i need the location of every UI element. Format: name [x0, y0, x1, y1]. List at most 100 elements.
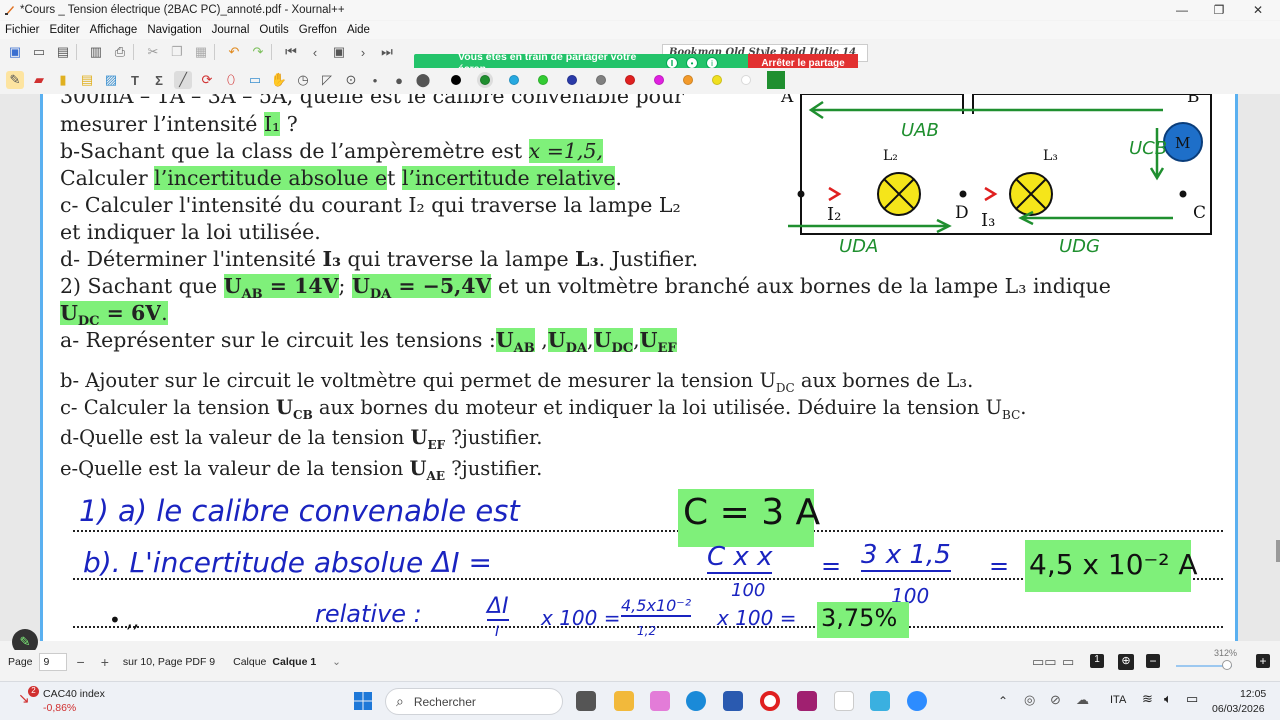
- language-indicator[interactable]: ITA: [1110, 694, 1126, 706]
- text-tool-icon[interactable]: T: [126, 71, 144, 89]
- clock-time[interactable]: 12:05: [1240, 688, 1266, 700]
- decrement-page-icon[interactable]: −: [77, 654, 85, 670]
- presentation-icon[interactable]: ▭: [1062, 654, 1074, 670]
- text-line-11: b- Ajouter sur le circuit le voltmètre q…: [60, 369, 974, 395]
- layer-dropdown-icon[interactable]: ⌄: [332, 656, 341, 668]
- page-count-label: sur 10, Page PDF 9: [122, 656, 216, 668]
- zoom-out-icon[interactable]: −: [1146, 654, 1160, 668]
- menu-affichage[interactable]: Affichage: [85, 24, 143, 36]
- color-green[interactable]: [538, 75, 548, 85]
- image-tool-icon[interactable]: ▨: [102, 71, 120, 89]
- last-page-icon[interactable]: ⏭: [378, 43, 396, 61]
- custom-color-icon[interactable]: [767, 71, 785, 89]
- save-icon[interactable]: ▣: [6, 43, 24, 61]
- task-view-icon[interactable]: [576, 691, 596, 711]
- tray-app-icon[interactable]: ◎: [1024, 692, 1035, 708]
- play-object-icon[interactable]: ◷: [294, 71, 312, 89]
- menu-aide[interactable]: Aide: [342, 24, 375, 36]
- color-red[interactable]: [625, 75, 635, 85]
- eraser-tool-icon[interactable]: ▰: [30, 71, 48, 89]
- color-gray[interactable]: [596, 75, 606, 85]
- color-orange[interactable]: [683, 75, 693, 85]
- color-white[interactable]: [741, 75, 751, 85]
- windows-start-icon[interactable]: [353, 691, 373, 711]
- store-icon[interactable]: [723, 691, 743, 711]
- medium-stroke-icon[interactable]: ●: [390, 71, 408, 89]
- thick-stroke-icon[interactable]: ⬤: [414, 71, 432, 89]
- copy-icon[interactable]: ❐: [168, 43, 186, 61]
- color-magenta[interactable]: [654, 75, 664, 85]
- cut-icon[interactable]: ✂: [144, 43, 162, 61]
- edge-browser-icon[interactable]: [686, 691, 706, 711]
- menu-greffon[interactable]: Greffon: [294, 24, 342, 36]
- zoom-in-icon[interactable]: +: [1256, 654, 1270, 668]
- next-page-icon[interactable]: ›: [354, 43, 372, 61]
- color-black[interactable]: [451, 75, 461, 85]
- minimize-button[interactable]: —: [1163, 0, 1201, 20]
- redo-icon[interactable]: ↷: [249, 43, 267, 61]
- page-number-input[interactable]: 9: [38, 653, 67, 671]
- battery-icon[interactable]: ▭: [1186, 691, 1198, 707]
- menu-outils[interactable]: Outils: [254, 24, 293, 36]
- zoom-app-icon[interactable]: [907, 691, 927, 711]
- fine-stroke-icon[interactable]: •: [366, 71, 384, 89]
- hand-tool-icon[interactable]: ✋: [270, 71, 288, 89]
- volume-icon[interactable]: 🔈︎: [1164, 691, 1172, 707]
- answer-relative-num: ΔI: [487, 594, 509, 621]
- print-icon[interactable]: ⎙: [111, 43, 129, 61]
- menu-fichier[interactable]: Fichier: [0, 24, 45, 36]
- tray-cloud-icon[interactable]: ☁: [1076, 692, 1089, 708]
- toolbar-separator: [214, 44, 215, 60]
- file-explorer-icon[interactable]: [614, 691, 634, 711]
- zoom-page-icon[interactable]: ⊕: [1118, 654, 1134, 670]
- copilot-icon[interactable]: [650, 691, 670, 711]
- stock-name[interactable]: CAC40 index: [43, 688, 105, 700]
- status-bar: Page 9 − + sur 10, Page PDF 9 Calque Cal…: [0, 648, 1280, 674]
- highlighter-tool-icon[interactable]: ▮: [54, 71, 72, 89]
- ruler-tool-icon[interactable]: ╱: [174, 71, 192, 89]
- color-cyan[interactable]: [509, 75, 519, 85]
- menu-journal[interactable]: Journal: [207, 24, 255, 36]
- reset-icon[interactable]: ⟳: [198, 71, 216, 89]
- setsquare-icon[interactable]: ◸: [318, 71, 336, 89]
- two-pages-icon[interactable]: ▭▭: [1032, 654, 1057, 670]
- paste-icon[interactable]: ▦: [192, 43, 210, 61]
- tray-chevron-icon[interactable]: ⌃: [998, 694, 1008, 708]
- menu-navigation[interactable]: Navigation: [142, 24, 206, 36]
- select-region-icon[interactable]: ▤: [78, 71, 96, 89]
- node-d-label: D: [955, 203, 969, 223]
- document-area[interactable]: 300mA – 1A – 3A – 5A, quelle est le cali…: [0, 94, 1280, 641]
- snipping-tool-icon[interactable]: [870, 691, 890, 711]
- taskbar-search[interactable]: ⌕ Rechercher: [385, 688, 563, 715]
- layer-selector[interactable]: Calque 1: [272, 656, 316, 668]
- latex-tool-icon[interactable]: Σ: [150, 71, 168, 89]
- close-button[interactable]: ✕: [1239, 0, 1277, 20]
- new-document-icon[interactable]: ▭: [30, 43, 48, 61]
- open-folder-icon[interactable]: ▤: [54, 43, 72, 61]
- goto-page-icon[interactable]: ▣: [330, 43, 348, 61]
- maximize-button[interactable]: ❐: [1200, 0, 1238, 20]
- export-pdf-icon[interactable]: ▥: [87, 43, 105, 61]
- opera-icon[interactable]: [760, 691, 780, 711]
- shape-rect-icon[interactable]: ▭: [246, 71, 264, 89]
- first-page-icon[interactable]: ⏮: [282, 43, 300, 61]
- menu-editer[interactable]: Editer: [45, 24, 85, 36]
- previous-page-icon[interactable]: ‹: [306, 43, 324, 61]
- color-yellow[interactable]: [712, 75, 722, 85]
- pdf-page[interactable]: 300mA – 1A – 3A – 5A, quelle est le cali…: [40, 94, 1238, 641]
- pdf-app-icon[interactable]: [797, 691, 817, 711]
- undo-icon[interactable]: ↶: [225, 43, 243, 61]
- xournal-taskbar-icon[interactable]: [834, 691, 854, 711]
- color-blue[interactable]: [567, 75, 577, 85]
- wifi-icon[interactable]: ≋: [1142, 691, 1153, 707]
- tray-network-off-icon[interactable]: ⊘: [1050, 692, 1061, 708]
- fill-icon[interactable]: ⬯: [222, 71, 240, 89]
- compass-icon[interactable]: ⊙: [342, 71, 360, 89]
- pen-tool-icon[interactable]: ✎: [6, 71, 24, 89]
- vertical-scrollbar[interactable]: [1276, 540, 1280, 562]
- zoom-slider-handle[interactable]: [1222, 660, 1232, 670]
- increment-page-icon[interactable]: +: [101, 654, 109, 670]
- zoom-fit-icon[interactable]: 1: [1090, 654, 1104, 668]
- clock-date[interactable]: 06/03/2026: [1212, 703, 1265, 715]
- color-dark-green[interactable]: [480, 75, 490, 85]
